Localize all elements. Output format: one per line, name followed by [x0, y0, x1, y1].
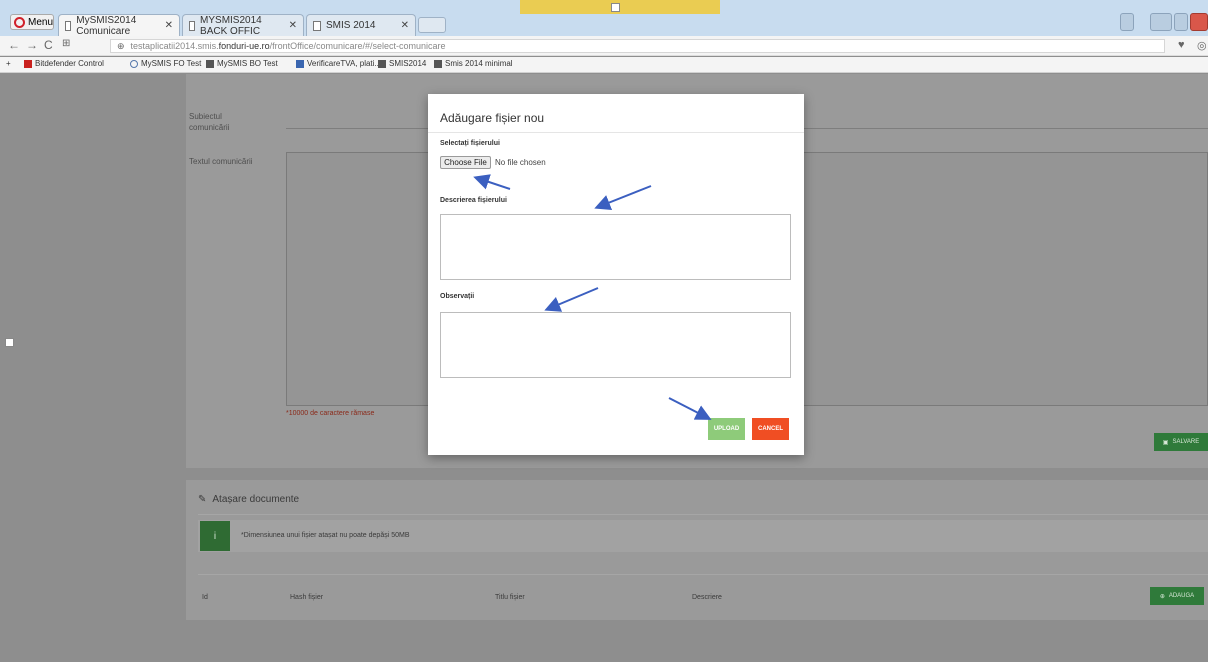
bookmark-label: VerificareTVA, plati... [307, 59, 382, 68]
bookmarks-bar: + Bitdefender Control MySMIS FO Test MyS… [0, 57, 1208, 73]
browser-tab-2[interactable]: MYSMIS2014 BACK OFFIC ✕ [182, 14, 304, 37]
url-text: testaplicatii2014.smis.fonduri-ue.ro/fro… [131, 41, 446, 51]
browser-tab-3[interactable]: SMIS 2014 ✕ [306, 14, 416, 36]
char-count-note: *10000 de caractere rămase [286, 410, 375, 417]
heart-icon[interactable]: ♥ [1178, 39, 1185, 51]
browser-tab-bar: Menu MySMIS2014 Comunicare ✕ MYSMIS2014 … [0, 0, 1208, 37]
tab-title: MySMIS2014 Comunicare [76, 14, 137, 37]
page-icon [313, 20, 321, 31]
info-icon: i [200, 521, 230, 551]
divider [198, 514, 1208, 515]
modal-divider [428, 132, 804, 133]
address-bar-row: ← → C ⊞ ⊕ testaplicatii2014.smis.fonduri… [0, 36, 1208, 56]
plus-circle-icon: ⊕ [1159, 593, 1165, 600]
selection-handle [611, 3, 620, 12]
bookmark-verificare-tva[interactable]: VerificareTVA, plati... [296, 59, 381, 68]
observations-textarea[interactable] [440, 312, 791, 378]
tab-title: MYSMIS2014 BACK OFFIC [200, 14, 262, 37]
close-tab-icon[interactable]: ✕ [165, 20, 173, 31]
bookmark-bitdefender[interactable]: Bitdefender Control [24, 59, 104, 68]
add-label: ADAUGA [1168, 593, 1195, 599]
save-icon: ▣ [1162, 439, 1169, 446]
minimize-button[interactable] [1150, 13, 1172, 31]
page-icon [189, 20, 196, 31]
close-window-button[interactable] [1190, 13, 1208, 31]
globe-icon [130, 59, 138, 68]
no-file-chosen-text: No file chosen [495, 158, 546, 167]
add-file-button[interactable]: ⊕ ADAUGA [1150, 587, 1204, 605]
info-text: *Dimensiunea unui fișier atașat nu poate… [241, 532, 410, 539]
close-tab-icon[interactable]: ✕ [401, 20, 409, 31]
url-path: /frontOffice/comunicare/#/select-comunic… [269, 41, 446, 51]
extension-icon[interactable]: ◎ [1197, 39, 1207, 52]
bookmark-mysmis-fo[interactable]: MySMIS FO Test [130, 59, 201, 68]
reload-icon[interactable]: C [44, 38, 53, 52]
folder-icon [378, 59, 386, 68]
page-icon [65, 20, 72, 31]
col-header-id: Id [202, 594, 208, 601]
selection-handle [5, 338, 14, 347]
col-header-description: Descriere [692, 594, 722, 601]
bookmark-label: Bitdefender Control [35, 59, 104, 68]
url-field[interactable]: ⊕ testaplicatii2014.smis.fonduri-ue.ro/f… [110, 39, 1165, 53]
bookmark-label: Smis 2014 minimal [445, 59, 513, 68]
bookmark-mysmis-bo[interactable]: MySMIS BO Test [206, 59, 278, 68]
mf-icon [296, 59, 304, 68]
choose-file-button[interactable]: Choose File [440, 156, 491, 169]
attachments-title: Atașare documente [212, 494, 300, 505]
bookmark-label: MySMIS FO Test [141, 59, 202, 68]
folder-icon [434, 59, 442, 68]
observations-label: Observații [440, 293, 475, 300]
save-label: SALVARE [1172, 439, 1200, 445]
url-prefix: testaplicatii2014.smis. [130, 41, 219, 51]
add-file-modal: Adăugare fișier nou Selectați fișierului… [428, 94, 804, 455]
back-arrow-icon[interactable]: ← [8, 38, 20, 52]
opera-menu-label: Menu [27, 16, 53, 28]
forward-arrow-icon[interactable]: → [26, 38, 38, 52]
tile-windows-icon[interactable] [1120, 13, 1134, 31]
add-bookmark-icon[interactable]: + [6, 59, 11, 68]
speed-dial-icon[interactable]: ⊞ [62, 38, 70, 49]
folder-icon [206, 59, 214, 68]
description-label: Descrierea fișierului [440, 197, 507, 204]
new-tab-button[interactable] [418, 17, 446, 33]
text-label: Textul comunicării [189, 157, 253, 166]
maximize-button[interactable] [1174, 13, 1188, 31]
bitdefender-icon [24, 59, 32, 68]
overlay-decoration [520, 0, 720, 14]
col-header-hash: Hash fișier [290, 594, 324, 601]
save-button[interactable]: ▣ SALVARE [1154, 433, 1208, 451]
col-header-title: Titlu fișier [495, 594, 525, 601]
attachments-heading: ✎ Atașare documente [198, 494, 299, 505]
bookmark-label: SMIS2014 [389, 59, 427, 68]
site-info-icon: ⊕ [117, 40, 125, 51]
modal-title: Adăugare fișier nou [440, 111, 545, 125]
upload-button[interactable]: UPLOAD [708, 418, 745, 440]
browser-tab-1[interactable]: MySMIS2014 Comunicare ✕ [58, 14, 180, 37]
description-textarea[interactable] [440, 214, 791, 280]
subject-label: Subiectul [189, 112, 222, 121]
subject-label-line2: comunicării [189, 123, 230, 132]
paperclip-icon: ✎ [198, 494, 207, 505]
cancel-button[interactable]: CANCEL [752, 418, 789, 440]
tab-title: SMIS 2014 [326, 20, 376, 31]
url-domain: fonduri-ue.ro [218, 41, 270, 51]
bookmark-smis2014[interactable]: SMIS2014 [378, 59, 426, 68]
bookmark-label: MySMIS BO Test [217, 59, 278, 68]
bookmark-smis-minimal[interactable]: Smis 2014 minimal [434, 59, 513, 68]
select-file-label: Selectați fișierului [440, 140, 500, 147]
divider [198, 574, 1208, 575]
opera-logo-icon [14, 16, 25, 28]
opera-menu-button[interactable]: Menu [10, 14, 54, 30]
close-tab-icon[interactable]: ✕ [289, 20, 297, 31]
